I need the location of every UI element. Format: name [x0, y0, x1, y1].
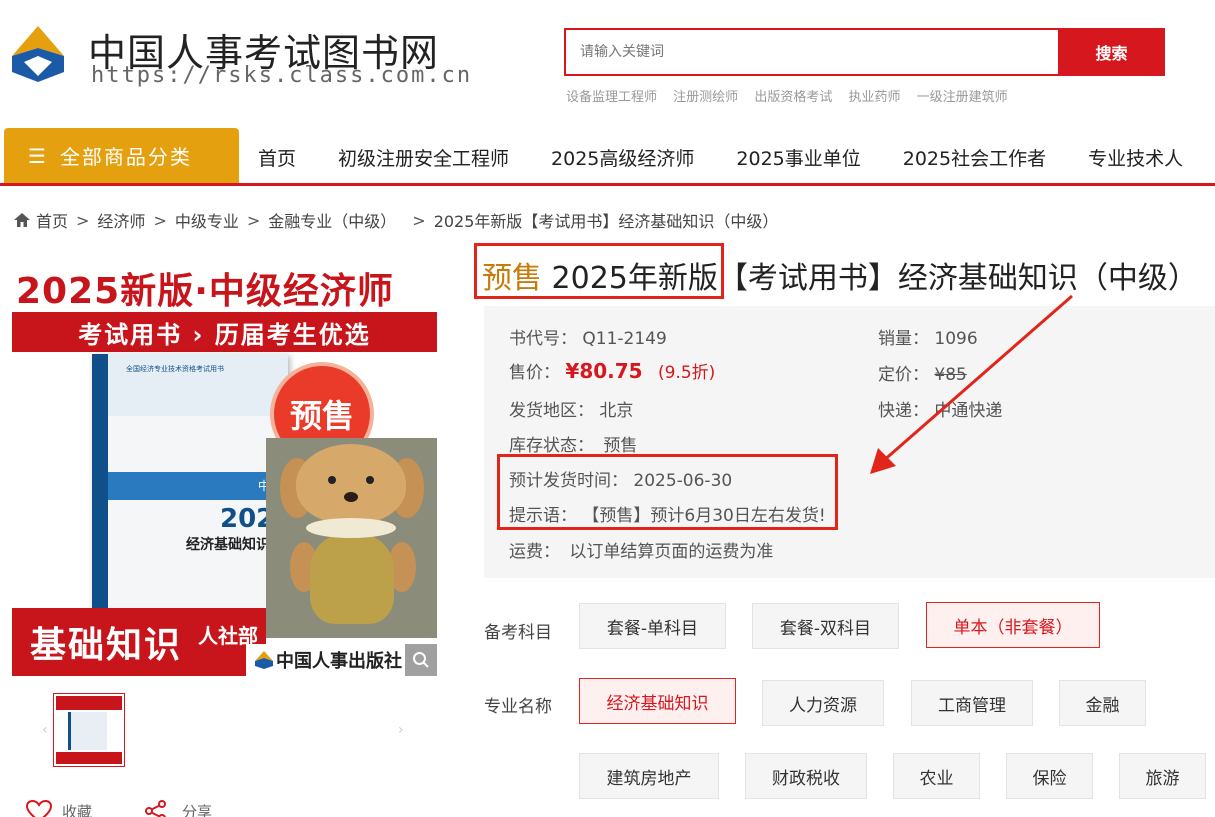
heart-icon — [26, 800, 52, 817]
nav-divider — [0, 183, 1215, 186]
book-title: 经济基础知识 — [186, 537, 270, 553]
hot-keywords: 设备监理工程师 注册测绘师 出版资格考试 执业药师 一级注册建筑师 — [566, 86, 1020, 105]
plush-toy-photo — [266, 438, 437, 638]
cover-banner: 2025新版·中级经济师 — [12, 258, 437, 312]
stock-value: 预售 — [603, 436, 638, 456]
search-button[interactable]: 搜索 — [1058, 28, 1165, 76]
nav-item-senior-economist[interactable]: 2025高级经济师 — [551, 144, 694, 171]
breadcrumb-current: 2025年新版【考试用书】经济基础知识（中级） — [433, 212, 779, 231]
all-categories-button[interactable]: ☰ 全部商品分类 — [4, 128, 239, 183]
publisher-logo-icon — [255, 651, 273, 669]
search-box — [564, 28, 1058, 76]
price-value: ¥80.75 — [565, 359, 643, 383]
breadcrumb-separator: > — [246, 210, 261, 230]
book-cover: 全国经济专业技术资格考试用书 中级 2024 经济基础知识 — [92, 354, 292, 624]
hot-keyword-link[interactable]: 注册测绘师 — [673, 90, 738, 105]
price-row: 售价： ¥80.75 (9.5折) — [509, 358, 715, 383]
annotation-arrow-icon — [870, 294, 1073, 474]
search-input[interactable] — [566, 30, 1058, 74]
hot-keyword-link[interactable]: 设备监理工程师 — [566, 90, 657, 105]
breadcrumb-separator: > — [153, 210, 167, 230]
share-button[interactable]: 分享 — [144, 800, 212, 817]
book-level: 中级 — [108, 472, 288, 500]
menu-icon: ☰ — [28, 143, 48, 168]
thumb-next-icon[interactable]: › — [398, 722, 404, 738]
share-label: 分享 — [182, 802, 213, 817]
zoom-button[interactable] — [405, 644, 437, 676]
major-option[interactable]: 建筑房地产 — [579, 753, 719, 799]
ship-from-row: 发货地区： 北京 — [509, 396, 633, 421]
freight-value: 以订单结算页面的运费为准 — [569, 542, 774, 562]
stock-row: 库存状态： 预售 — [509, 431, 637, 456]
breadcrumb-home[interactable]: 首页 — [36, 208, 68, 232]
home-icon — [14, 213, 30, 227]
major-option[interactable]: 旅游 — [1119, 753, 1206, 799]
all-categories-label: 全部商品分类 — [59, 145, 192, 169]
breadcrumb-separator: > — [412, 210, 426, 230]
product-main-image[interactable]: 2025新版·中级经济师 考试用书 › 历届考生优选 全国经济专业技术资格考试用… — [12, 258, 437, 676]
share-icon — [145, 800, 166, 817]
subject-option[interactable]: 套餐-双科目 — [752, 603, 899, 649]
subject-option-selected[interactable]: 单本（非套餐） — [926, 602, 1100, 648]
ship-from-value: 北京 — [599, 401, 634, 421]
thumb-prev-icon[interactable]: ‹ — [42, 722, 48, 738]
book-code-row: 书代号： Q11-2149 — [509, 324, 667, 349]
hot-keyword-link[interactable]: 出版资格考试 — [754, 90, 832, 105]
major-option[interactable]: 保险 — [1006, 753, 1093, 799]
site-url: https://rsks.class.com.cn — [91, 63, 473, 88]
breadcrumb-intermediate[interactable]: 中级专业 — [175, 208, 239, 232]
publisher-name: 中国人事出版社 — [276, 651, 402, 672]
nav-item-professional-tech[interactable]: 专业技术人 — [1088, 144, 1183, 171]
nav-item-home[interactable]: 首页 — [258, 144, 296, 171]
breadcrumb: 首页 > 经济师 > 中级专业 > 金融专业（中级） > 2025年新版【考试用… — [14, 208, 778, 232]
site-logo-icon[interactable] — [6, 22, 70, 86]
subject-label: 备考科目 — [484, 623, 552, 643]
freight-row: 运费： 以订单结算页面的运费为准 — [509, 537, 773, 562]
favorite-button[interactable]: 收藏 — [26, 800, 92, 817]
discount-value: (9.5折) — [658, 363, 716, 383]
major-option[interactable]: 人力资源 — [762, 680, 884, 726]
major-label: 专业名称 — [484, 697, 552, 717]
major-option[interactable]: 金融 — [1059, 680, 1146, 726]
title-annotation-box — [474, 243, 724, 299]
book-code-label: 书代号： — [509, 329, 577, 349]
cover-banner-sub: 考试用书 › 历届考生优选 — [12, 312, 437, 352]
breadcrumb-finance[interactable]: 金融专业（中级） — [268, 208, 396, 232]
major-option-selected[interactable]: 经济基础知识 — [579, 678, 736, 724]
main-nav: 首页 初级注册安全工程师 2025高级经济师 2025事业单位 2025社会工作… — [258, 144, 1215, 171]
nav-item-public-institution[interactable]: 2025事业单位 — [736, 144, 860, 171]
major-option[interactable]: 工商管理 — [911, 680, 1033, 726]
cover-banner-title: 2025新版·中级经济师 — [16, 271, 394, 312]
nav-item-safety-engineer[interactable]: 初级注册安全工程师 — [338, 144, 509, 171]
stock-label: 库存状态： — [509, 436, 594, 456]
thumbnail[interactable] — [53, 693, 125, 767]
subject-option[interactable]: 套餐-单科目 — [579, 603, 726, 649]
zoom-icon — [413, 652, 429, 668]
book-code-value: Q11-2149 — [582, 329, 667, 349]
book-cover-header: 全国经济专业技术资格考试用书 — [108, 354, 288, 416]
hot-keyword-link[interactable]: 执业药师 — [848, 90, 900, 105]
favorite-label: 收藏 — [62, 802, 93, 817]
price-label: 售价： — [509, 363, 560, 383]
breadcrumb-separator: > — [76, 210, 90, 230]
major-option[interactable]: 农业 — [893, 753, 980, 799]
breadcrumb-economist[interactable]: 经济师 — [97, 208, 145, 232]
hot-keyword-link[interactable]: 一级注册建筑师 — [917, 90, 1008, 105]
freight-label: 运费： — [509, 542, 560, 562]
major-option[interactable]: 财政税收 — [745, 753, 867, 799]
book-series: 全国经济专业技术资格考试用书 — [126, 365, 224, 373]
ship-from-label: 发货地区： — [509, 401, 594, 421]
ship-annotation-box — [497, 454, 838, 530]
nav-item-social-worker[interactable]: 2025社会工作者 — [903, 144, 1046, 171]
